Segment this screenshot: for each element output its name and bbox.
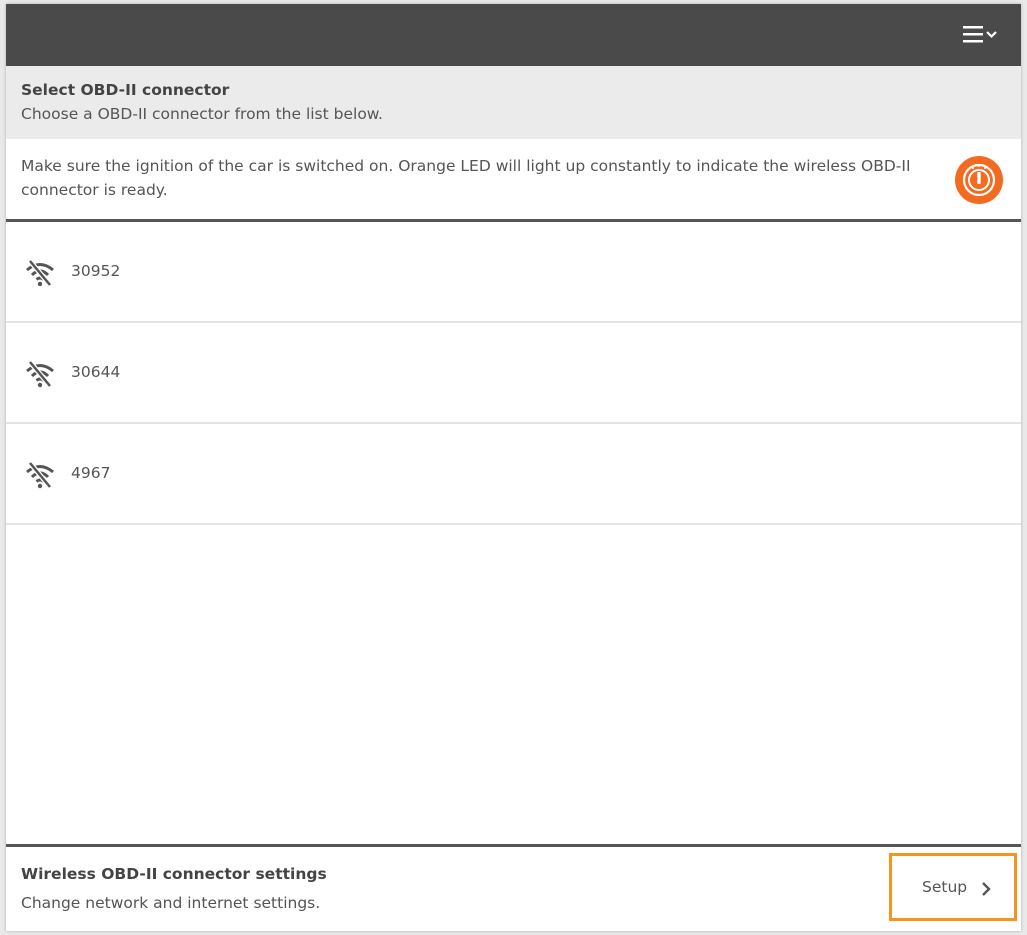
wifi-off-icon xyxy=(26,259,54,287)
connector-label: 4967 xyxy=(71,464,111,482)
app-window: Select OBD-II connector Choose a OBD-II … xyxy=(6,4,1021,931)
connector-label: 30952 xyxy=(71,262,121,280)
page-header: Select OBD-II connector Choose a OBD-II … xyxy=(6,66,1021,139)
connector-list: 30952 30644 4967 xyxy=(6,222,1021,525)
connector-item[interactable]: 30952 xyxy=(6,222,1021,323)
connector-item[interactable]: 4967 xyxy=(6,424,1021,525)
hamburger-menu-icon xyxy=(963,26,997,43)
setup-button[interactable]: Setup xyxy=(889,853,1017,921)
settings-title: Wireless OBD-II connector settings xyxy=(21,865,327,883)
settings-footer: Wireless OBD-II connector settings Chang… xyxy=(6,844,1021,931)
page-title: Select OBD-II connector xyxy=(21,81,230,99)
top-bar xyxy=(6,4,1021,66)
connector-item[interactable]: 30644 xyxy=(6,323,1021,424)
ignition-icon xyxy=(955,156,1003,204)
wifi-off-icon xyxy=(26,360,54,388)
connector-label: 30644 xyxy=(71,363,121,381)
notice-text: Make sure the ignition of the car is swi… xyxy=(21,157,911,199)
chevron-right-icon xyxy=(982,882,991,896)
page-subtitle: Choose a OBD-II connector from the list … xyxy=(21,105,383,123)
menu-button[interactable] xyxy=(963,24,1005,46)
wifi-off-icon xyxy=(26,461,54,489)
settings-subtitle: Change network and internet settings. xyxy=(21,894,321,912)
ignition-notice: Make sure the ignition of the car is swi… xyxy=(6,139,1021,222)
setup-label: Setup xyxy=(922,878,968,896)
